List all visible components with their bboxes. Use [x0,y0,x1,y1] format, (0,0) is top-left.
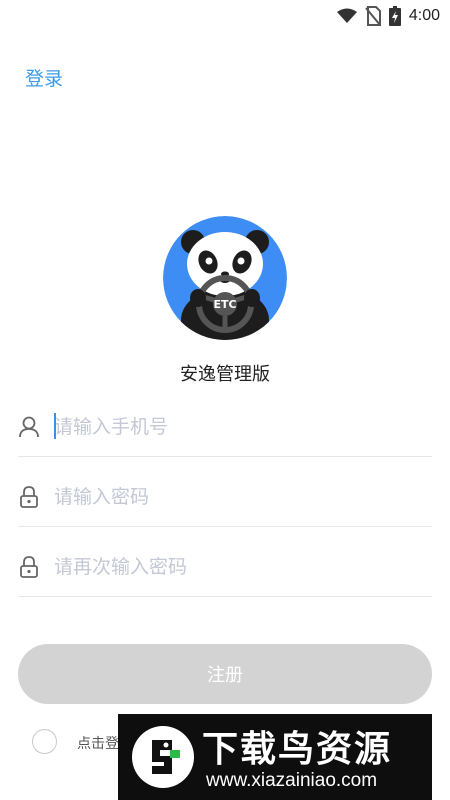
panda-etc-logo-icon: ETC [163,216,287,340]
app-name: 安逸管理版 [180,364,270,385]
status-icons: 4:00 [336,6,440,26]
no-sim-icon [365,6,381,26]
status-bar: 4:00 [0,0,450,32]
confirm-password-field[interactable] [18,537,432,597]
watermark-title: 下载鸟资源 [202,729,393,770]
phone-input[interactable] [54,407,424,447]
app-logo: ETC [163,216,287,340]
watermark-banner: 下载鸟资源 www.xiazainiao.com [118,714,432,800]
register-button[interactable]: 注册 [18,644,432,704]
confirm-password-input[interactable] [54,547,424,587]
status-time: 4:00 [408,7,440,24]
logo-etc-text: ETC [213,298,236,311]
phone-field[interactable] [18,397,432,457]
wifi-icon [336,8,357,23]
agreement-radio[interactable] [32,729,57,754]
battery-charging-icon [388,6,401,26]
agreement-text: 点击登 [77,736,119,752]
text-cursor [54,413,56,439]
password-field[interactable] [18,467,432,527]
lock-icon [20,486,38,508]
watermark-url: www.xiazainiao.com [206,770,378,791]
watermark-bird-logo-icon [132,726,194,788]
user-icon [19,416,39,438]
password-input[interactable] [54,477,424,517]
login-link[interactable]: 登录 [25,64,63,91]
lock-icon [20,556,38,578]
